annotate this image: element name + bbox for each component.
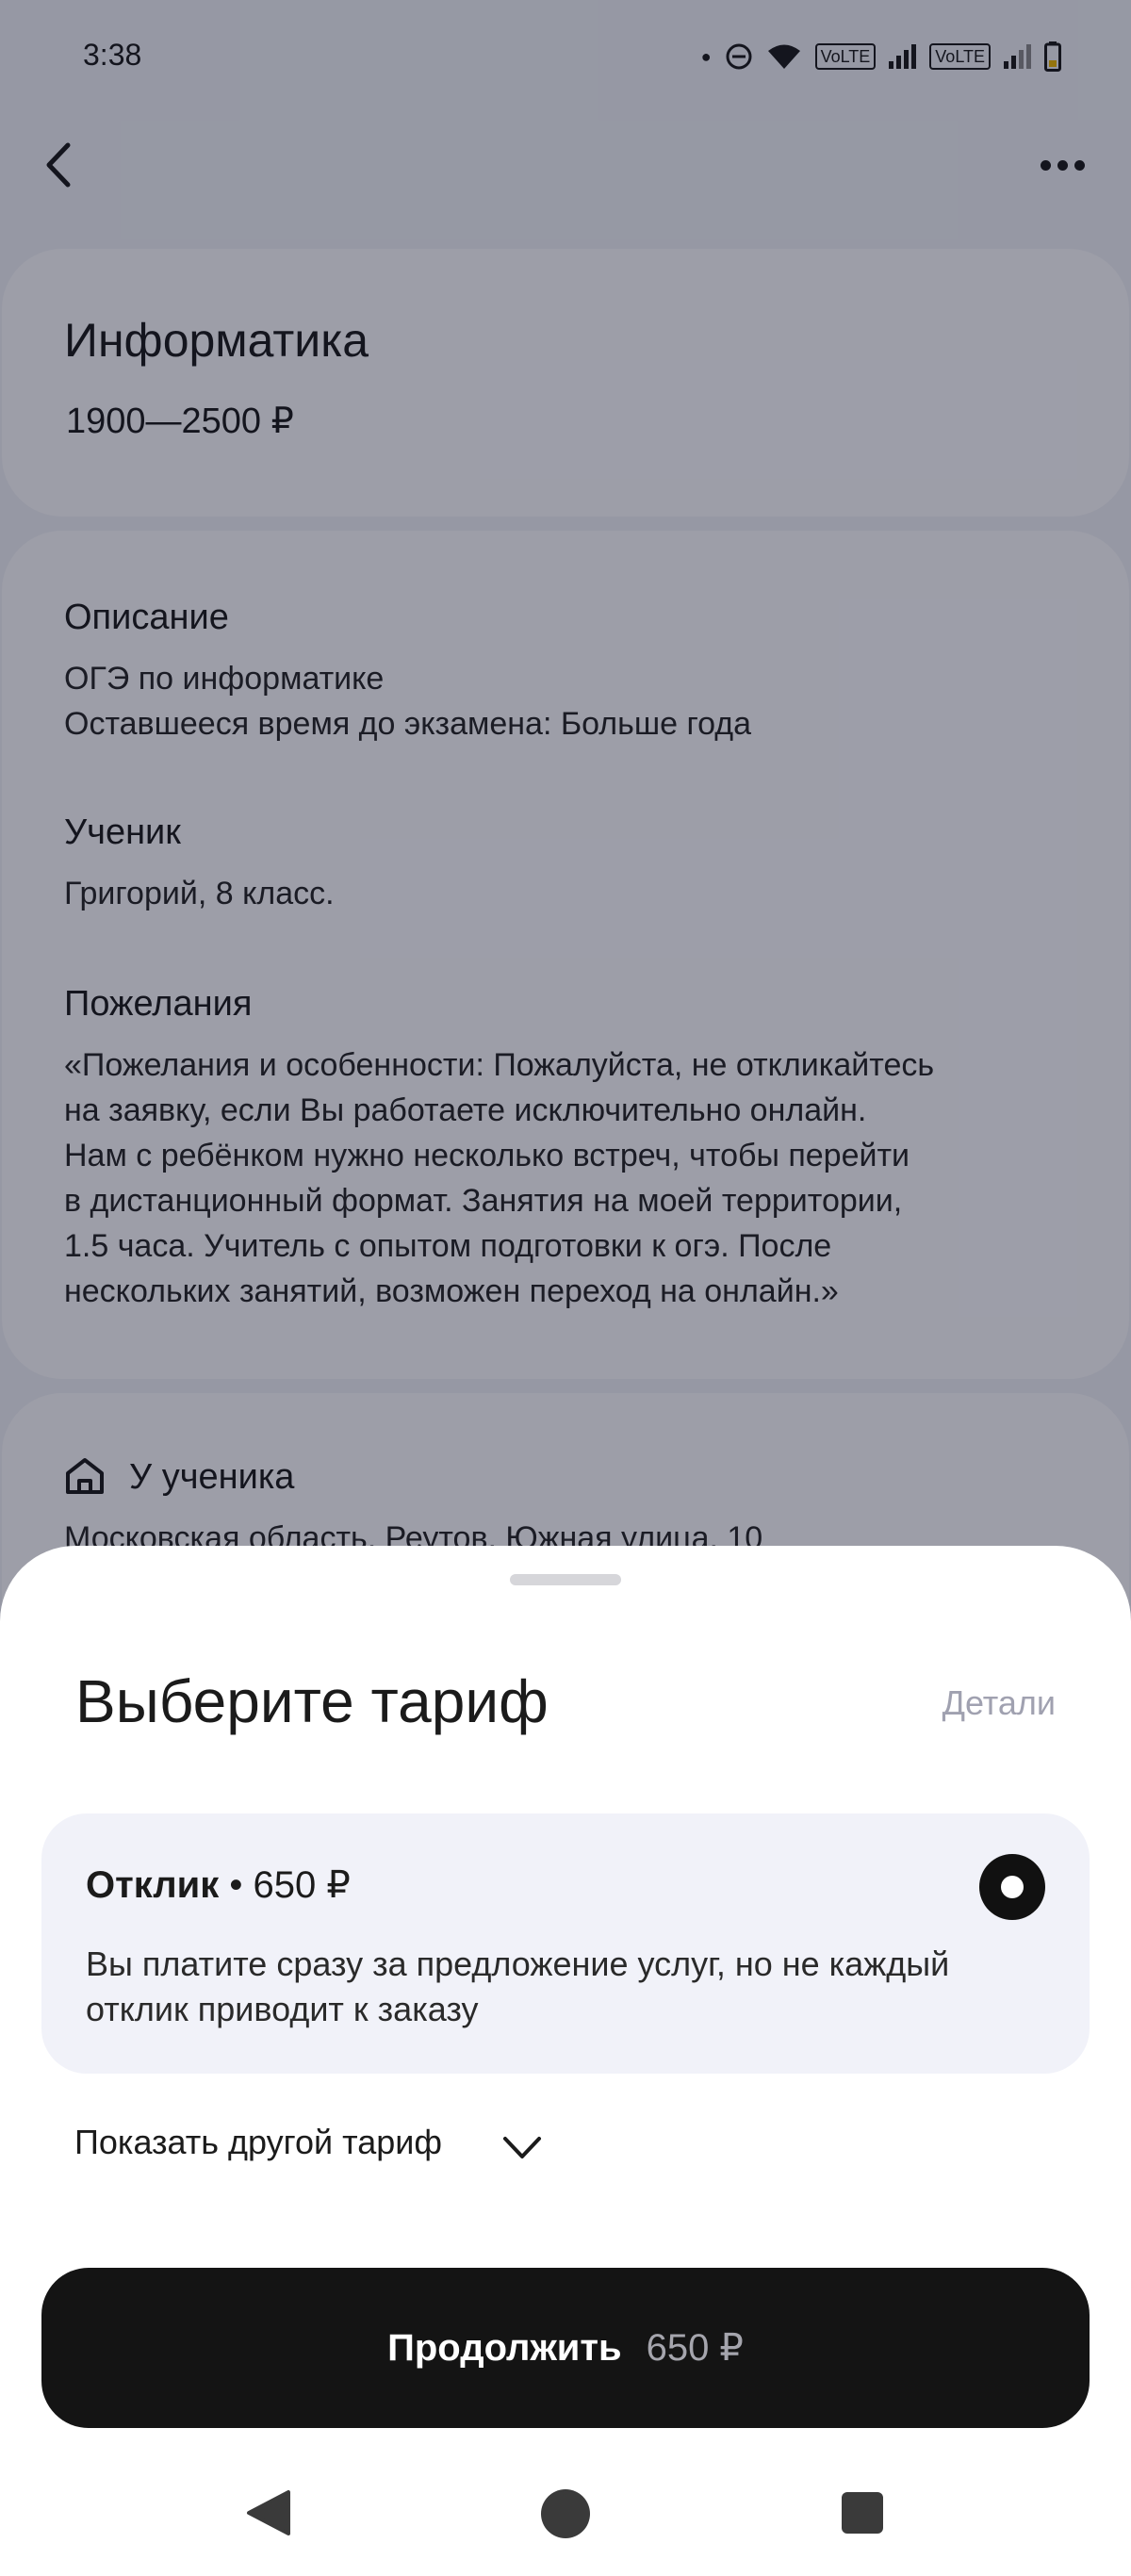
nav-home-icon[interactable] xyxy=(541,2489,590,2538)
details-link[interactable]: Детали xyxy=(942,1683,1056,1723)
continue-label: Продолжить xyxy=(387,2326,622,2369)
screen: 3:38 ● VoLTE VoLTE Информатика 1900—2500… xyxy=(0,0,1131,2576)
nav-back-icon[interactable] xyxy=(245,2488,292,2537)
tariff-name: Отклик xyxy=(86,1864,220,1906)
sheet-drag-handle[interactable] xyxy=(510,1574,621,1585)
continue-button[interactable]: Продолжить 650 ₽ xyxy=(41,2268,1090,2428)
tariff-heading: Отклик • 650 ₽ xyxy=(86,1863,351,1907)
sheet-title: Выберите тариф xyxy=(75,1667,549,1735)
continue-price: 650 ₽ xyxy=(646,2327,744,2369)
nav-recents-icon[interactable] xyxy=(842,2492,883,2534)
tariff-price: 650 ₽ xyxy=(253,1864,351,1906)
tariff-description: Вы платите сразу за предложение услуг, н… xyxy=(86,1942,1038,2032)
tariff-description-line: отклик приводит к заказу xyxy=(86,1990,479,2028)
chevron-down-icon[interactable] xyxy=(500,2132,544,2162)
show-other-tariff-button[interactable]: Показать другой тариф xyxy=(74,2123,442,2162)
tariff-description-line: Вы платите сразу за предложение услуг, н… xyxy=(86,1944,950,1983)
tariff-radio[interactable] xyxy=(979,1854,1045,1920)
tariff-separator: • xyxy=(219,1864,254,1906)
